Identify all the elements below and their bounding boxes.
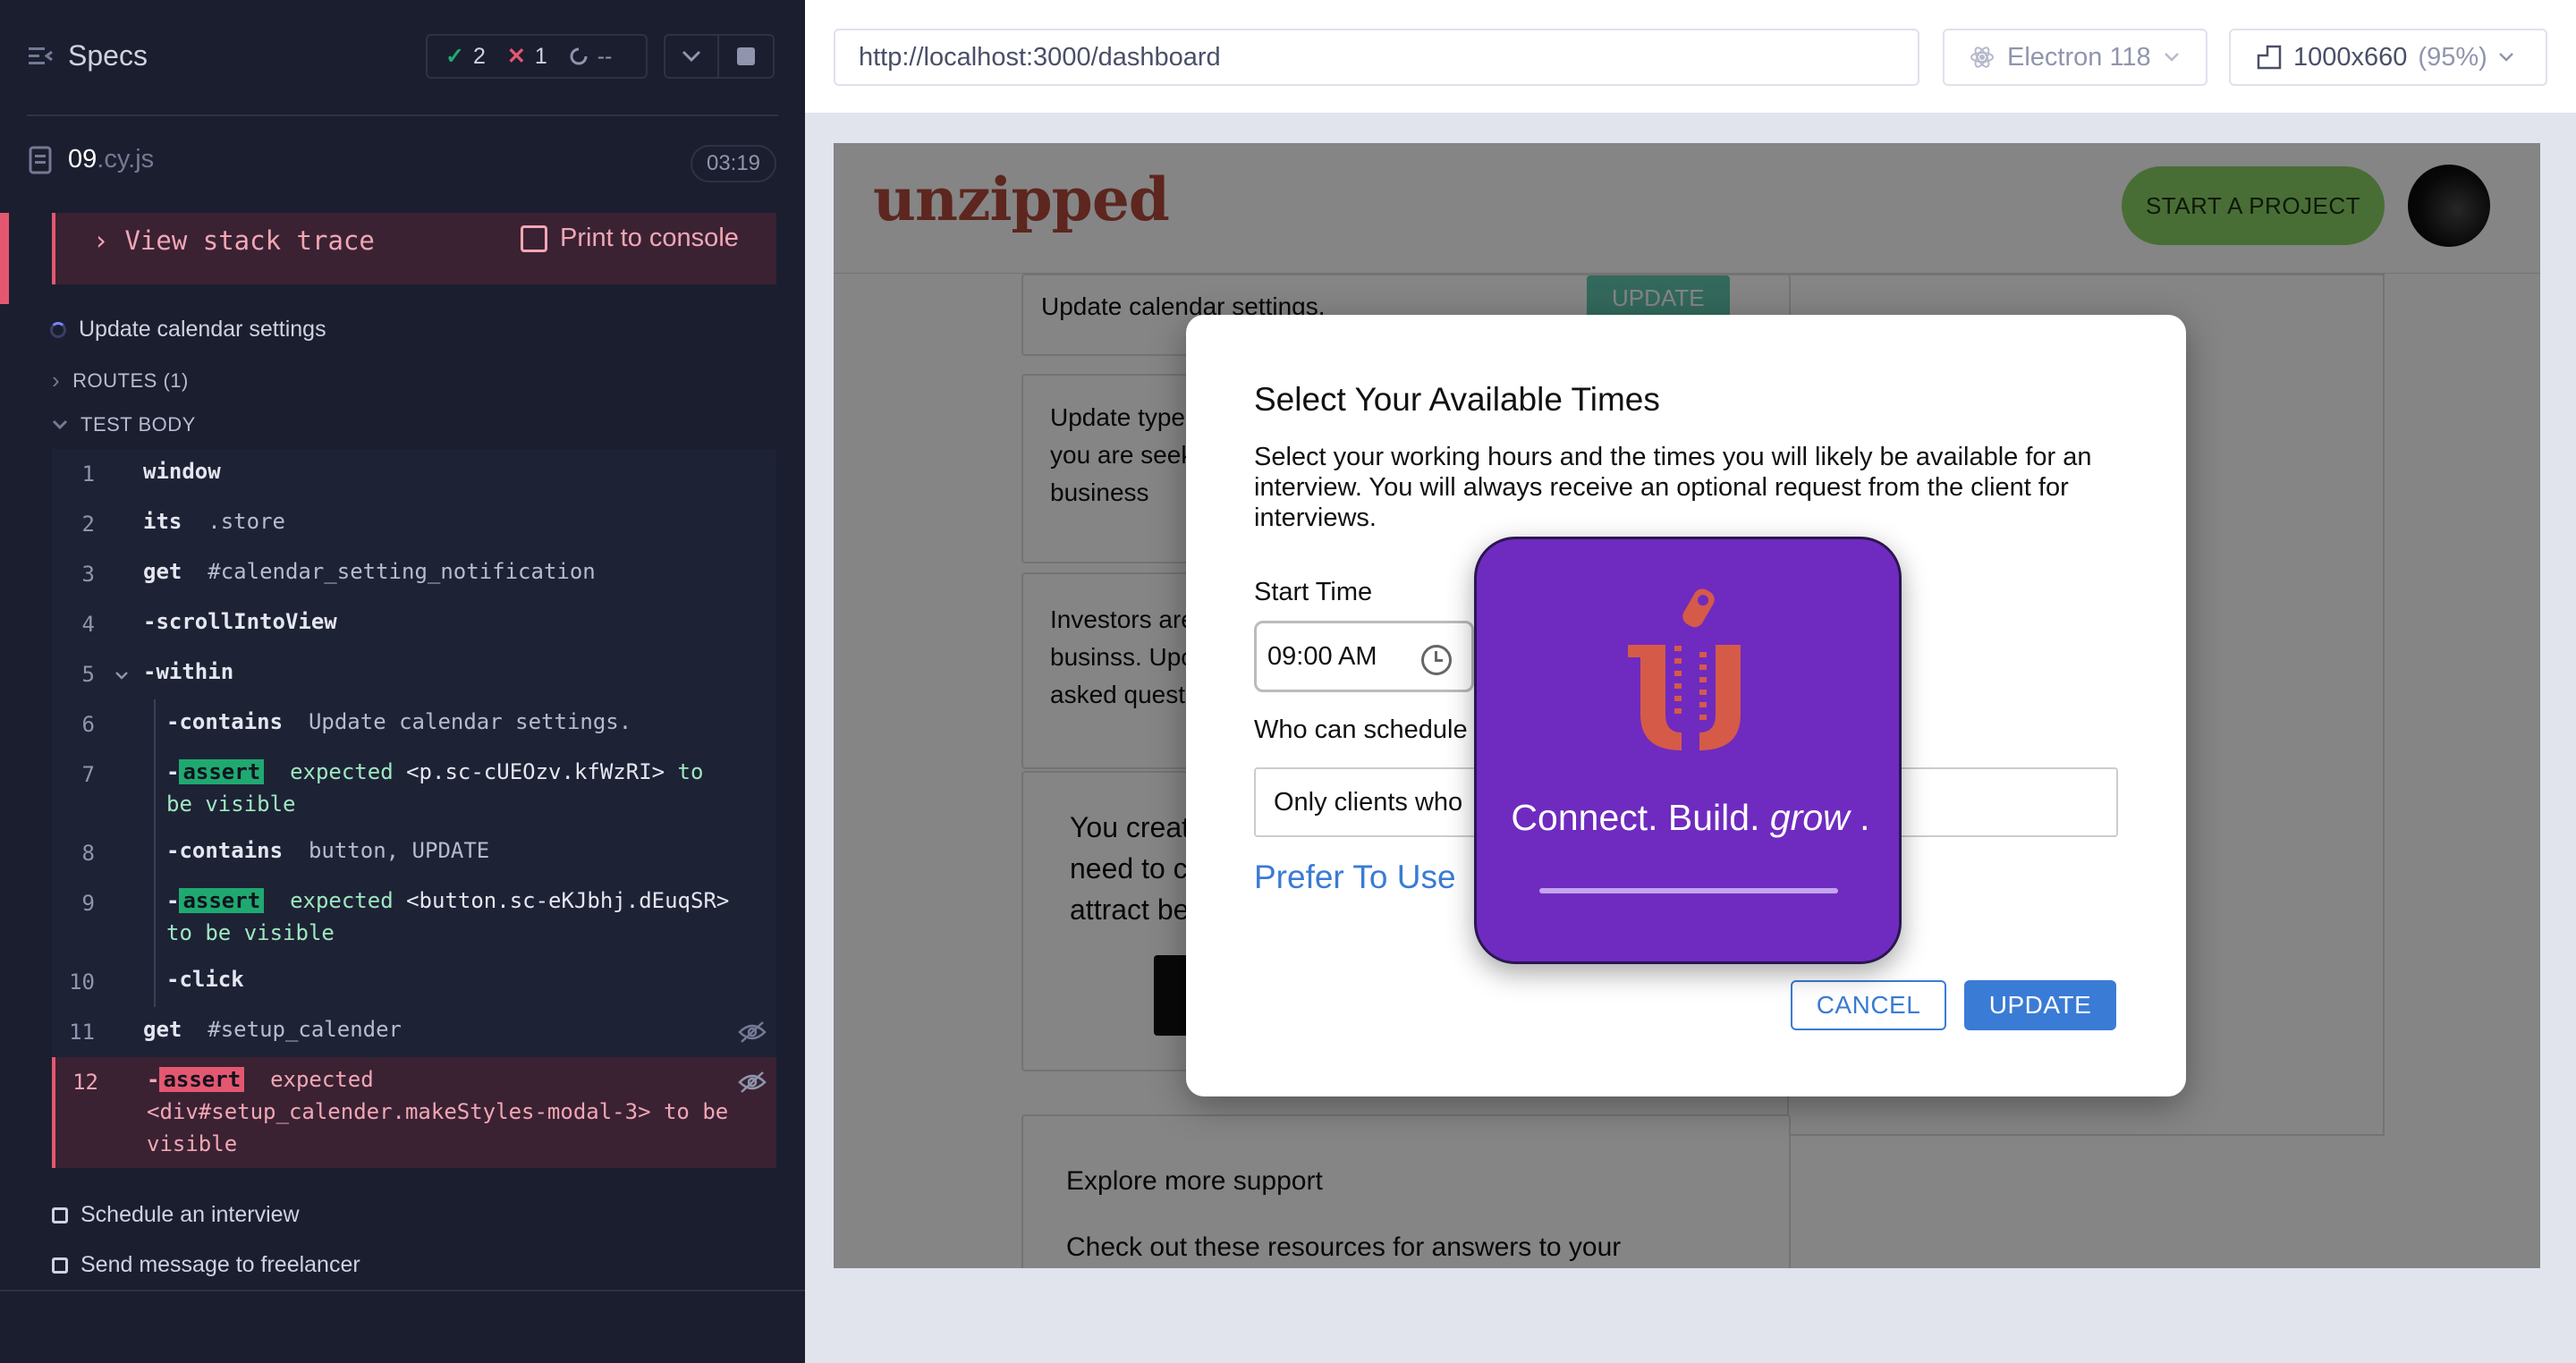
chevron-right-icon: ›: [93, 225, 109, 256]
chevron-down-icon: [2164, 53, 2179, 62]
failed-stat: ✕ 1: [507, 43, 547, 70]
ruler-icon: [2257, 45, 2282, 70]
test-item[interactable]: Schedule an interview: [52, 1202, 300, 1228]
reporter-header: Specs ✓ 2 ✕ 1 --: [0, 0, 805, 116]
command-row[interactable]: 2 its .store: [52, 499, 776, 549]
routes-label: ROUTES (1): [72, 368, 189, 392]
start-time-value: 09:00 AM: [1267, 641, 1377, 671]
test-body-label: TEST BODY: [80, 413, 196, 436]
header-divider: [27, 114, 778, 116]
print-label: Print to console: [560, 224, 739, 252]
spec-file[interactable]: 09.cy.js: [29, 145, 154, 174]
specs-title: Specs: [68, 39, 148, 72]
aut-toolbar: http://localhost:3000/dashboard Electron…: [805, 0, 2576, 114]
command-row[interactable]: 7 - assert expected <p.sc-cUEOzv.kfWzRI> …: [52, 749, 776, 828]
command-log: 1 window 2 its .store 3 get #calendar_se…: [52, 449, 776, 1168]
update-button[interactable]: UPDATE: [1964, 980, 2116, 1030]
running-spinner-icon: [50, 321, 66, 338]
browser-label: Electron 118: [2007, 42, 2151, 72]
viewport-size: 1000x660: [2293, 42, 2408, 72]
print-to-console-button[interactable]: Print to console: [521, 224, 739, 253]
command-row[interactable]: 10 -click: [52, 957, 776, 1007]
pending-stat: --: [569, 43, 613, 70]
url-bar[interactable]: http://localhost:3000/dashboard: [834, 29, 1919, 86]
chevron-down-icon: [115, 672, 128, 680]
menu-collapse-icon: [29, 47, 53, 64]
x-icon: ✕: [506, 44, 526, 69]
command-row[interactable]: 1 window: [52, 449, 776, 499]
error-actions: › View stack trace Print to console: [52, 213, 776, 284]
specs-toggle[interactable]: Specs: [29, 39, 148, 72]
footer-divider: [0, 1290, 805, 1291]
assert-badge: assert: [179, 888, 265, 913]
routes-section[interactable]: › ROUTES (1): [52, 367, 189, 394]
modal-description: Select your working hours and the times …: [1254, 443, 2092, 532]
clock-icon[interactable]: [1421, 645, 1452, 675]
failed-count: 1: [534, 43, 547, 69]
browser-selector[interactable]: Electron 118: [1943, 29, 2207, 86]
stack-trace-label: View stack trace: [124, 225, 375, 256]
test-body-section[interactable]: TEST BODY: [52, 413, 196, 436]
chevron-down-icon: [2498, 53, 2513, 62]
stop-icon: [737, 47, 755, 65]
chevron-down-icon: [682, 50, 701, 63]
prefer-to-use-link[interactable]: Prefer To Use: [1254, 859, 1456, 896]
zipper-u-logo-icon: [1628, 588, 1741, 750]
splash-progress-bar: [1539, 888, 1838, 893]
assert-badge: assert: [179, 759, 265, 784]
spec-duration: 03:19: [691, 145, 776, 182]
terminal-icon: [521, 224, 547, 252]
loading-splash: Connect. Build. grow .: [1474, 537, 1902, 964]
command-row[interactable]: 3 get #calendar_setting_notification: [52, 549, 776, 599]
chevron-right-icon: ›: [52, 367, 61, 394]
viewport-selector[interactable]: 1000x660 (95%): [2229, 29, 2547, 86]
modal-title: Select Your Available Times: [1254, 381, 1660, 418]
start-time-input[interactable]: 09:00 AM: [1254, 621, 1474, 692]
passed-stat: ✓ 2: [445, 43, 486, 70]
check-icon: ✓: [445, 44, 464, 69]
pending-count: --: [597, 43, 613, 69]
current-test-title: Update calendar settings: [79, 317, 326, 342]
app-under-test: unzipped START A PROJECT Update calendar…: [834, 143, 2540, 1268]
pending-icon: [570, 47, 588, 65]
current-test[interactable]: Update calendar settings: [50, 317, 326, 343]
viewport-zoom: (95%): [2418, 42, 2487, 72]
command-row[interactable]: 8 -contains button, UPDATE: [52, 828, 776, 878]
failed-indicator: [0, 213, 9, 304]
cancel-button[interactable]: CANCEL: [1791, 980, 1946, 1030]
electron-icon: [1970, 47, 1994, 68]
test-pending-icon: [52, 1206, 68, 1223]
file-icon: [29, 146, 52, 174]
eye-off-icon[interactable]: [737, 1070, 767, 1095]
command-row[interactable]: 4 -scrollIntoView: [52, 599, 776, 649]
test-item[interactable]: Send message to freelancer: [52, 1252, 360, 1278]
splash-tagline: Connect. Build. grow .: [1511, 797, 1870, 838]
command-row[interactable]: 11 get #setup_calender: [52, 1007, 776, 1057]
command-row-failed[interactable]: 12 - assert expected <div#setup_calender.…: [52, 1057, 776, 1168]
command-row[interactable]: 9 - assert expected <button.sc-eKJbhj.dEu…: [52, 878, 776, 957]
test-stats: ✓ 2 ✕ 1 --: [426, 34, 648, 79]
view-stack-trace-button[interactable]: › View stack trace: [93, 225, 375, 256]
test-pending-icon: [52, 1257, 68, 1274]
spec-file-name: 09: [68, 145, 97, 174]
assert-badge: assert: [159, 1067, 245, 1092]
stop-button[interactable]: [719, 34, 775, 79]
who-can-schedule-label: Who can schedule: [1254, 715, 1468, 744]
spec-file-ext: .cy.js: [97, 145, 155, 174]
command-row[interactable]: 6 -contains Update calendar settings.: [52, 699, 776, 749]
reporter-panel: Specs ✓ 2 ✕ 1 -- 09.cy.js 03:19 › View s…: [0, 0, 805, 1363]
eye-off-icon[interactable]: [737, 1020, 767, 1045]
chevron-down-icon: [52, 419, 68, 430]
who-can-schedule-value: Only clients who: [1274, 787, 1463, 817]
command-row[interactable]: 5 -within: [52, 649, 776, 699]
start-time-label: Start Time: [1254, 578, 1373, 606]
auto-scroll-toggle[interactable]: [664, 34, 719, 79]
passed-count: 2: [472, 43, 486, 69]
